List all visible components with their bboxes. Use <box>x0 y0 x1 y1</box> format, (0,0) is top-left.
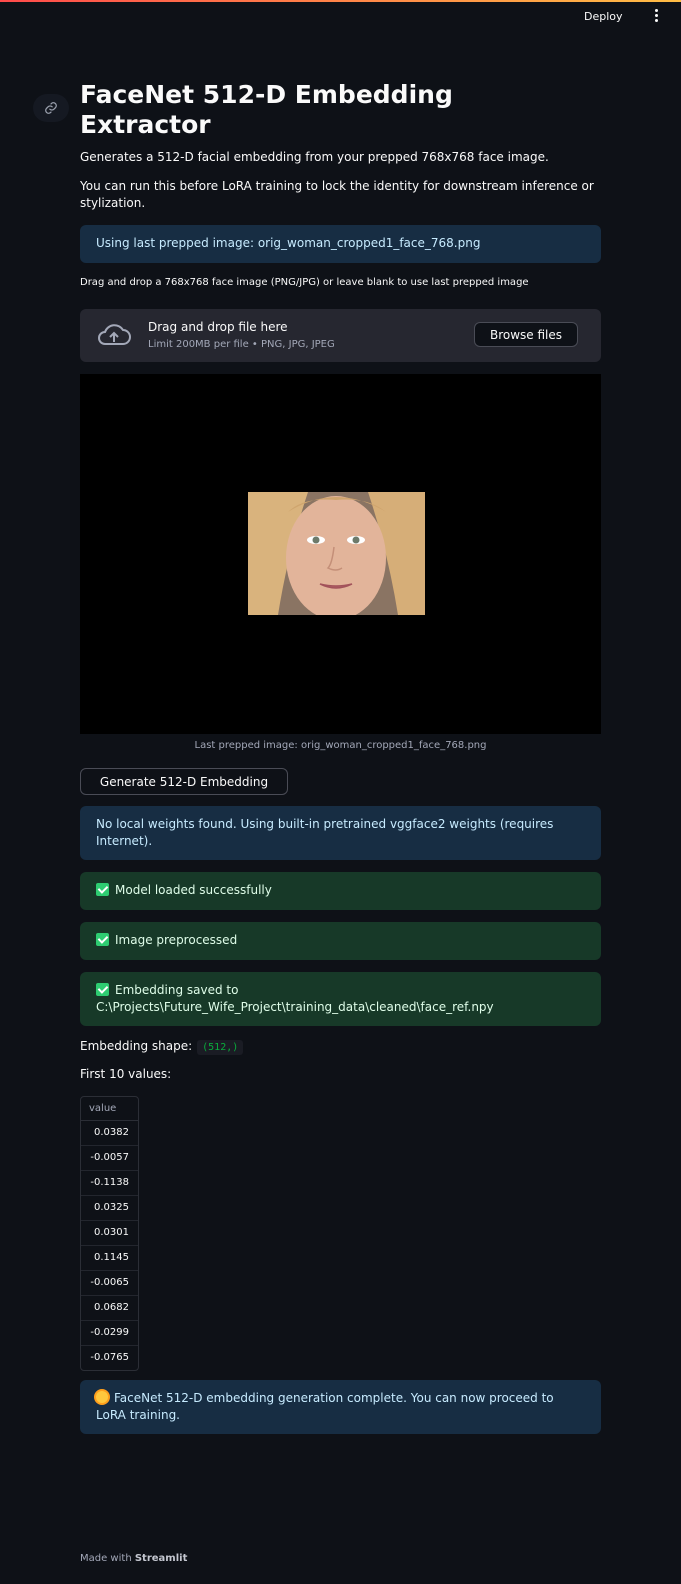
success-embedding-saved: Embedding saved to C:\Projects\Future_Wi… <box>80 972 601 1026</box>
info-weights-text: No local weights found. Using built-in p… <box>96 817 554 848</box>
footer-prefix: Made with <box>80 1553 132 1564</box>
sun-icon <box>96 1391 108 1403</box>
description-text: Generates a 512-D facial embedding from … <box>80 150 549 164</box>
footer: Made with Streamlit <box>80 1553 187 1564</box>
info-complete-text: FaceNet 512-D embedding generation compl… <box>96 1391 554 1422</box>
image-preview <box>80 374 601 734</box>
info-last-image: Using last prepped image: orig_woman_cro… <box>80 225 601 263</box>
success-model-loaded: Model loaded successfully <box>80 872 601 910</box>
first-values-label: First 10 values: <box>80 1067 172 1081</box>
success-saved-text: Embedding saved to C:\Projects\Future_Wi… <box>96 983 494 1014</box>
table-row[interactable]: 0.1145 <box>81 1246 138 1271</box>
success-preprocessed: Image preprocessed <box>80 922 601 960</box>
streamlit-link[interactable]: Streamlit <box>135 1553 188 1564</box>
cloud-upload-icon <box>98 324 131 345</box>
page-title: FaceNet 512-D Embedding Extractor <box>80 80 453 139</box>
image-caption: Last prepped image: orig_woman_cropped1_… <box>194 740 487 751</box>
table-row[interactable]: 0.0325 <box>81 1196 138 1221</box>
description-text-2: You can run this before LoRA training to… <box>80 179 594 210</box>
check-icon <box>96 983 109 996</box>
table-row[interactable]: -0.0057 <box>81 1146 138 1171</box>
uploader-label: Drag and drop a 768x768 face image (PNG/… <box>80 277 529 288</box>
info-weights: No local weights found. Using built-in p… <box>80 806 601 860</box>
face-photo <box>248 492 425 615</box>
success-preprocessed-text: Image preprocessed <box>115 933 238 947</box>
embedding-shape-label: Embedding shape: <box>80 1039 193 1053</box>
dropzone-limits: Limit 200MB per file • PNG, JPG, JPEG <box>148 339 335 350</box>
file-dropzone[interactable]: Drag and drop file here Limit 200MB per … <box>80 309 601 362</box>
main-menu-icon[interactable] <box>651 9 661 23</box>
embedding-shape-value: (512,) <box>197 1040 244 1055</box>
info-complete: FaceNet 512-D embedding generation compl… <box>80 1380 601 1434</box>
table-row[interactable]: -0.0765 <box>81 1346 138 1370</box>
top-decoration-bar <box>0 0 681 2</box>
table-row[interactable]: -0.1138 <box>81 1171 138 1196</box>
table-row[interactable]: 0.0382 <box>81 1121 138 1146</box>
generate-embedding-button[interactable]: Generate 512-D Embedding <box>80 768 288 795</box>
table-header-value[interactable]: value <box>81 1097 138 1121</box>
success-model-text: Model loaded successfully <box>115 883 272 897</box>
browse-files-button[interactable]: Browse files <box>474 322 578 347</box>
check-icon <box>96 883 109 896</box>
table-row[interactable]: -0.0299 <box>81 1321 138 1346</box>
deploy-button[interactable]: Deploy <box>584 10 623 23</box>
link-anchor-icon[interactable] <box>33 94 69 122</box>
table-row[interactable]: -0.0065 <box>81 1271 138 1296</box>
embedding-shape-row: Embedding shape: (512,) <box>80 1039 244 1055</box>
dropzone-instructions: Drag and drop file here <box>148 320 288 334</box>
info-last-image-text: Using last prepped image: orig_woman_cro… <box>96 236 481 250</box>
table-row[interactable]: 0.0682 <box>81 1296 138 1321</box>
values-table[interactable]: value 0.0382 -0.0057 -0.1138 0.0325 0.03… <box>80 1096 139 1371</box>
table-row[interactable]: 0.0301 <box>81 1221 138 1246</box>
check-icon <box>96 933 109 946</box>
